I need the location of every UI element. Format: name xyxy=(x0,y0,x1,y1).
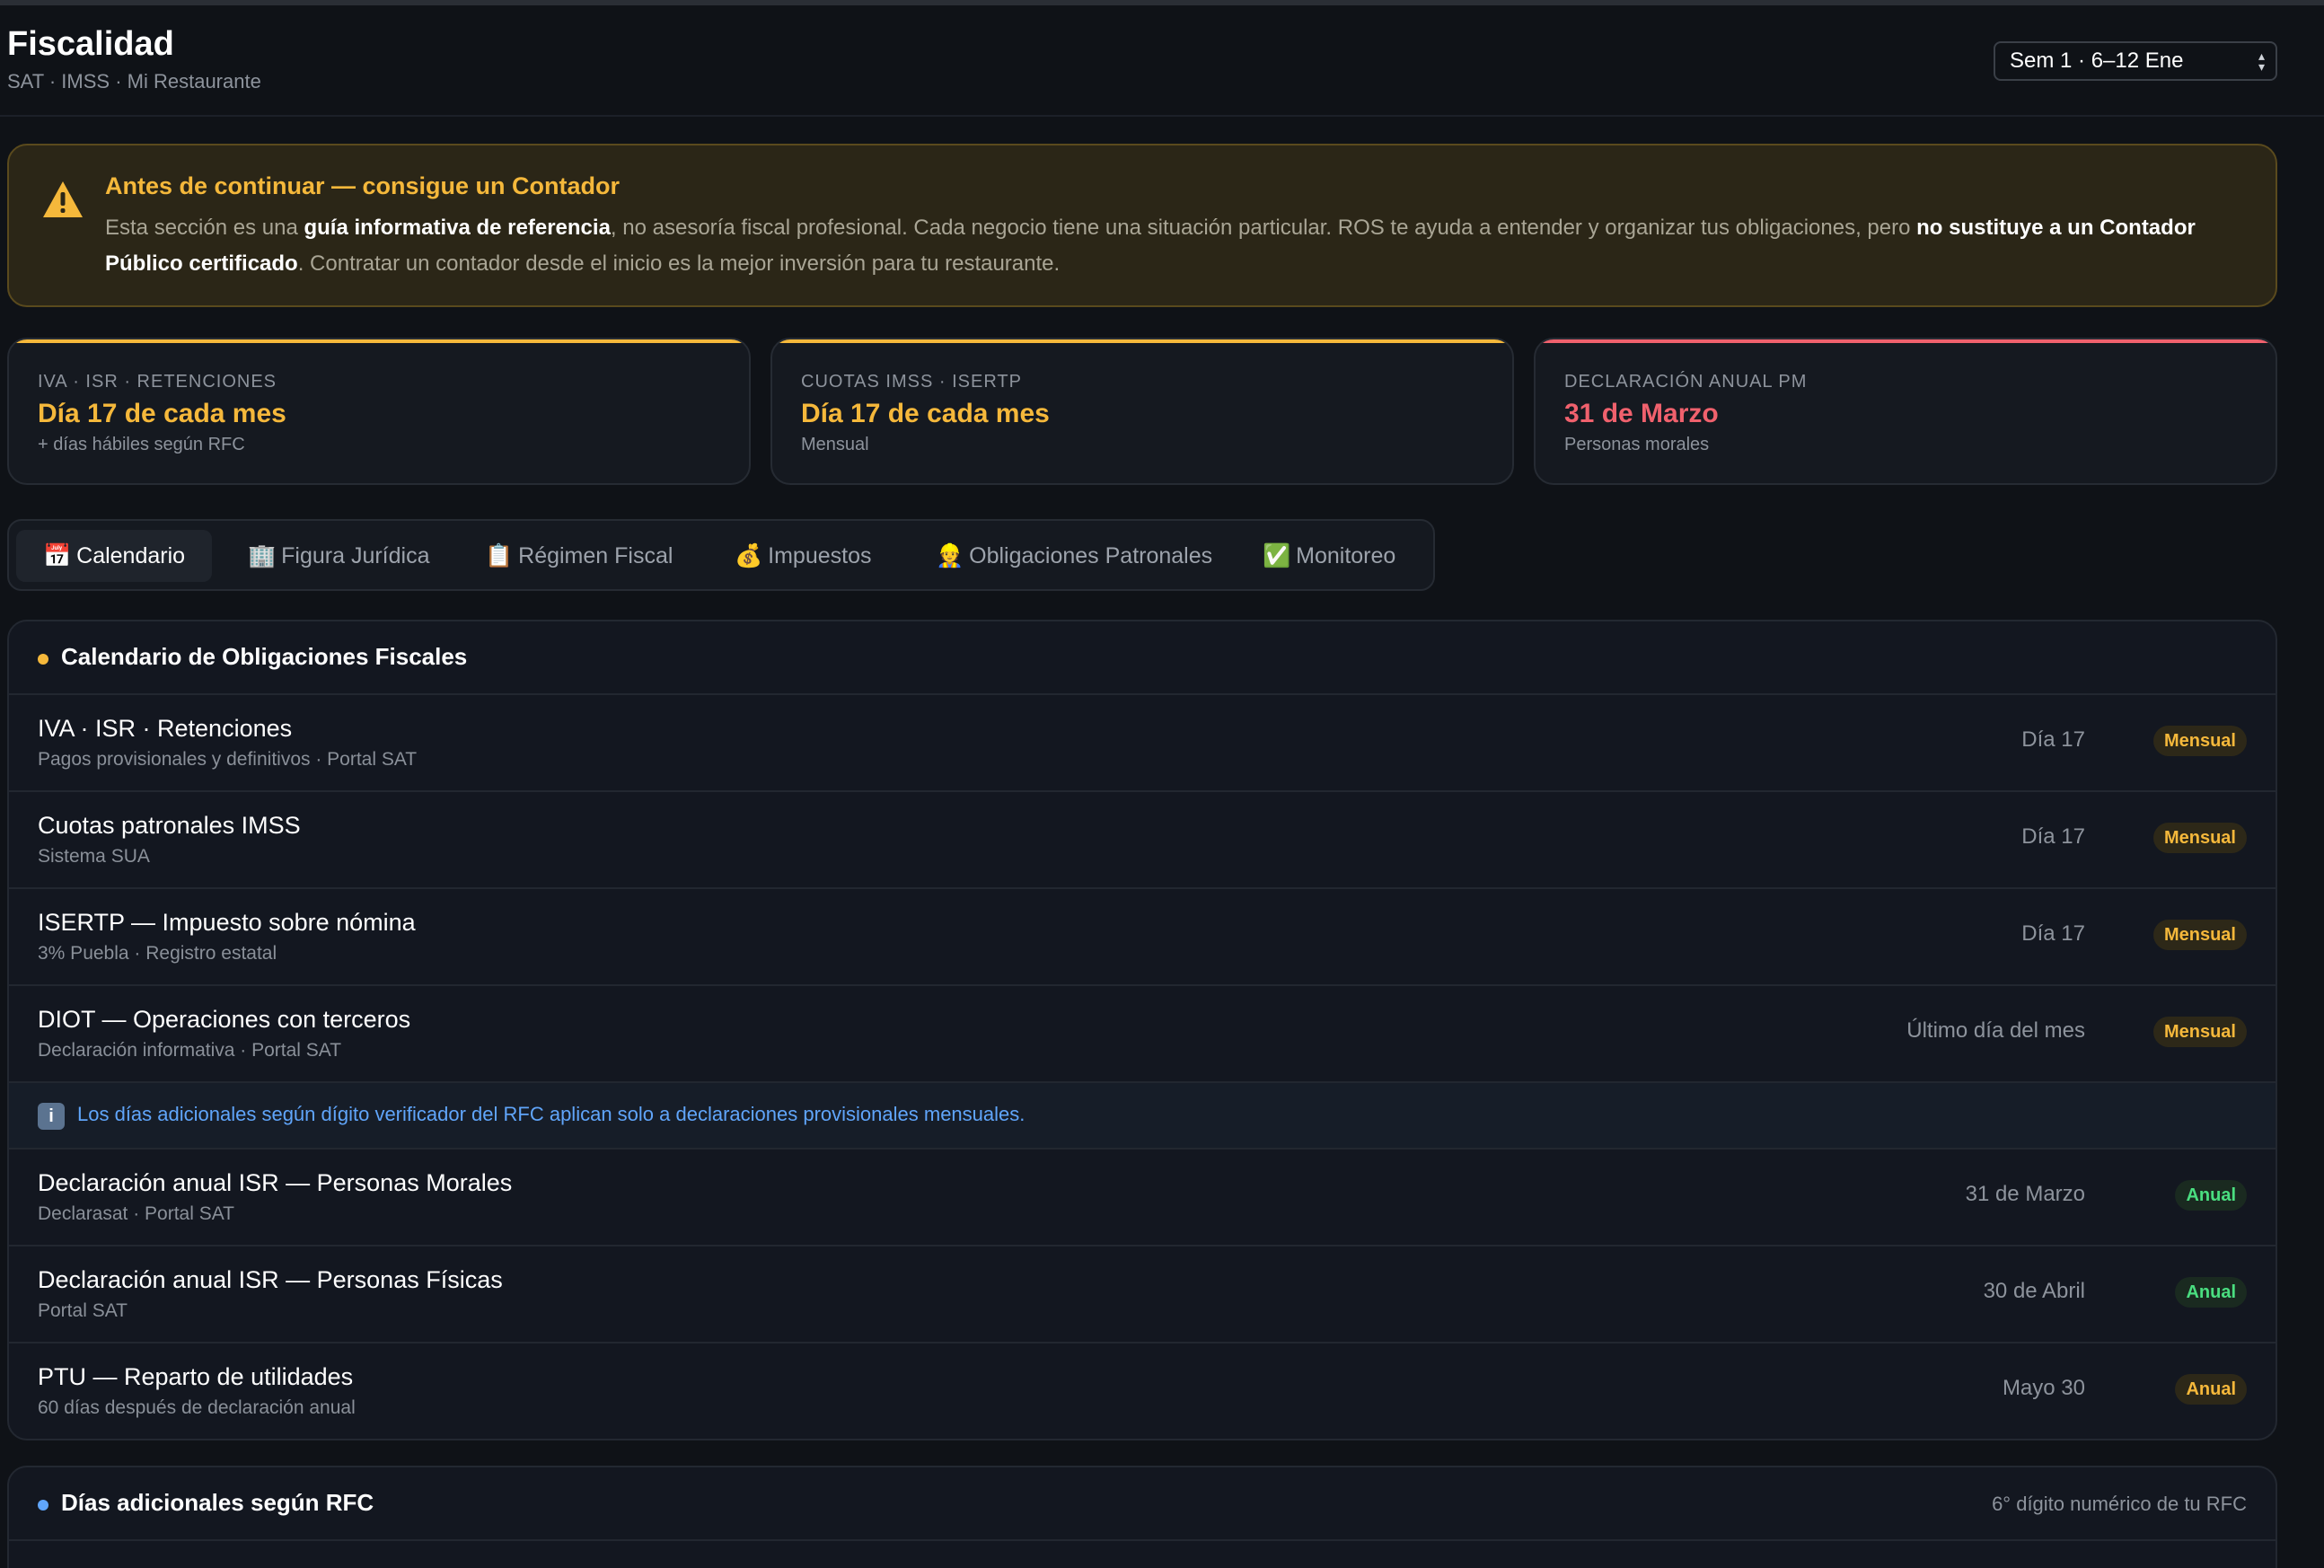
calendar-icon: 📅 xyxy=(43,542,72,568)
calendar-panel-title: Calendario de Obligaciones Fiscales xyxy=(61,643,468,670)
money-bag-icon: 💰 xyxy=(735,542,763,568)
stat-card-iva: IVA · ISR · RETENCIONES Día 17 de cada m… xyxy=(7,338,751,485)
obligation-desc: 60 días después de declaración anual xyxy=(38,1397,356,1418)
frequency-badge: Anual xyxy=(2175,1277,2247,1308)
tab-label: Calendario xyxy=(76,542,186,568)
tab-obligaciones-patronales[interactable]: 👷 Obligaciones Patronales xyxy=(909,530,1239,582)
card-accent-bar xyxy=(772,339,1512,343)
obligation-desc: Portal SAT xyxy=(38,1300,128,1321)
obligation-name: IVA · ISR · Retenciones xyxy=(38,715,293,742)
frequency-badge: Anual xyxy=(2175,1180,2247,1211)
obligation-name: DIOT — Operaciones con terceros xyxy=(38,1006,411,1033)
tab-impuestos[interactable]: 💰 Impuestos xyxy=(708,530,898,582)
card-accent-bar xyxy=(1536,339,2276,343)
check-mark-icon: ✅ xyxy=(1263,542,1291,568)
card-label: DECLARACIÓN ANUAL PM xyxy=(1564,372,1808,392)
obligation-row[interactable]: PTU — Reparto de utilidades 60 días desp… xyxy=(9,1343,2276,1439)
stat-card-annual: DECLARACIÓN ANUAL PM 31 de Marzo Persona… xyxy=(1534,338,2277,485)
tab-regimen-fiscal[interactable]: 📋 Régimen Fiscal xyxy=(458,530,700,582)
obligation-name: ISERTP — Impuesto sobre nómina xyxy=(38,909,416,936)
obligation-row[interactable]: IVA · ISR · Retenciones Pagos provisiona… xyxy=(9,695,2276,792)
card-note: Personas morales xyxy=(1564,435,1710,454)
section-dot-icon xyxy=(38,654,48,665)
frequency-badge: Anual xyxy=(2175,1374,2247,1405)
card-label: CUOTAS IMSS · ISERTP xyxy=(801,372,1022,392)
frequency-badge: Mensual xyxy=(2152,726,2247,756)
rfc-panel-hint: 6° dígito numérico de tu RFC xyxy=(1992,1493,2247,1515)
obligation-desc: Sistema SUA xyxy=(38,846,150,867)
rfc-panel-header: Días adicionales según RFC 6° dígito num… xyxy=(9,1467,2276,1541)
obligation-due: Mayo 30 xyxy=(2002,1376,2085,1400)
card-label: IVA · ISR · RETENCIONES xyxy=(38,372,277,392)
obligation-due: Día 17 xyxy=(2021,824,2085,849)
obligation-row[interactable]: Declaración anual ISR — Personas Físicas… xyxy=(9,1246,2276,1343)
obligation-row[interactable]: ISERTP — Impuesto sobre nómina 3% Puebla… xyxy=(9,889,2276,986)
card-accent-bar xyxy=(9,339,749,343)
building-icon: 🏢 xyxy=(248,542,277,568)
obligation-name: PTU — Reparto de utilidades xyxy=(38,1363,354,1390)
tab-calendario[interactable]: 📅 Calendario xyxy=(16,530,213,582)
obligation-name: Declaración anual ISR — Personas Físicas xyxy=(38,1266,503,1293)
obligation-row[interactable]: DIOT — Operaciones con terceros Declarac… xyxy=(9,986,2276,1083)
info-icon: i xyxy=(38,1103,65,1130)
tab-label: Monitoreo xyxy=(1296,542,1396,568)
warning-bold-text: guía informativa de referencia xyxy=(304,216,611,240)
frequency-badge: Mensual xyxy=(2152,823,2247,853)
card-note: Mensual xyxy=(801,435,869,454)
warning-title: Antes de continuar — consigue un Contado… xyxy=(105,172,621,199)
card-value: 31 de Marzo xyxy=(1564,399,1719,428)
stat-card-imss: CUOTAS IMSS · ISERTP Día 17 de cada mes … xyxy=(770,338,1514,485)
week-select[interactable]: Sem 1 · 6–12 Ene ▴ ▾ xyxy=(1994,41,2277,81)
obligation-name: Declaración anual ISR — Personas Morales xyxy=(38,1169,513,1196)
tab-figura-juridica[interactable]: 🏢 Figura Jurídica xyxy=(221,530,457,582)
obligation-row[interactable]: Declaración anual ISR — Personas Morales… xyxy=(9,1150,2276,1246)
obligation-due: Último día del mes xyxy=(1906,1018,2085,1043)
calendar-panel: Calendario de Obligaciones Fiscales IVA … xyxy=(7,620,2277,1440)
calendar-panel-header: Calendario de Obligaciones Fiscales xyxy=(9,621,2276,695)
warning-triangle-icon xyxy=(43,181,83,217)
card-value: Día 17 de cada mes xyxy=(801,399,1050,428)
page-title: Fiscalidad xyxy=(7,25,174,63)
rfc-days-panel: Días adicionales según RFC 6° dígito num… xyxy=(7,1466,2277,1568)
tab-label: Régimen Fiscal xyxy=(518,542,673,568)
card-note: + días hábiles según RFC xyxy=(38,435,245,454)
obligation-due: 31 de Marzo xyxy=(1965,1182,2085,1206)
obligation-row[interactable]: Cuotas patronales IMSS Sistema SUA Día 1… xyxy=(9,792,2276,889)
tab-monitoreo[interactable]: ✅ Monitoreo xyxy=(1236,530,1422,582)
frequency-badge: Mensual xyxy=(2152,1017,2247,1047)
warning-text-part: Esta sección es una xyxy=(105,216,304,240)
obligation-name: Cuotas patronales IMSS xyxy=(38,812,301,839)
tab-label: Impuestos xyxy=(768,542,872,568)
week-select-value: Sem 1 · 6–12 Ene xyxy=(2010,48,2184,73)
clipboard-icon: 📋 xyxy=(485,542,514,568)
page-subtitle: SAT · IMSS · Mi Restaurante xyxy=(7,70,261,92)
frequency-badge: Mensual xyxy=(2152,920,2247,950)
warning-text: Esta sección es una guía informativa de … xyxy=(105,210,2242,282)
obligation-desc: 3% Puebla · Registro estatal xyxy=(38,943,277,964)
page-header: Fiscalidad SAT · IMSS · Mi Restaurante S… xyxy=(0,5,2324,117)
warning-text-part: . Contratar un contador desde el inicio … xyxy=(297,251,1061,276)
tab-label: Obligaciones Patronales xyxy=(969,542,1213,568)
section-dot-icon xyxy=(38,1500,48,1511)
obligation-due: Día 17 xyxy=(2021,727,2085,752)
info-text: Los días adicionales según dígito verifi… xyxy=(77,1103,1026,1125)
obligation-desc: Declaración informativa · Portal SAT xyxy=(38,1040,342,1061)
warning-text-part: , no asesoría fiscal profesional. Cada n… xyxy=(610,216,1917,240)
accountant-warning: Antes de continuar — consigue un Contado… xyxy=(7,144,2277,307)
worker-icon: 👷 xyxy=(936,542,964,568)
obligation-desc: Pagos provisionales y definitivos · Port… xyxy=(38,749,418,770)
card-value: Día 17 de cada mes xyxy=(38,399,286,428)
rfc-panel-title: Días adicionales según RFC xyxy=(61,1489,374,1516)
obligation-due: Día 17 xyxy=(2021,921,2085,946)
rfc-info-note: i Los días adicionales según dígito veri… xyxy=(9,1083,2276,1150)
tab-label: Figura Jurídica xyxy=(281,542,430,568)
obligation-due: 30 de Abril xyxy=(1983,1279,2085,1303)
obligation-desc: Declarasat · Portal SAT xyxy=(38,1203,235,1224)
up-down-chevron-icon: ▴ ▾ xyxy=(2258,48,2265,74)
tab-bar: 📅 Calendario 🏢 Figura Jurídica 📋 Régimen… xyxy=(7,519,1435,591)
